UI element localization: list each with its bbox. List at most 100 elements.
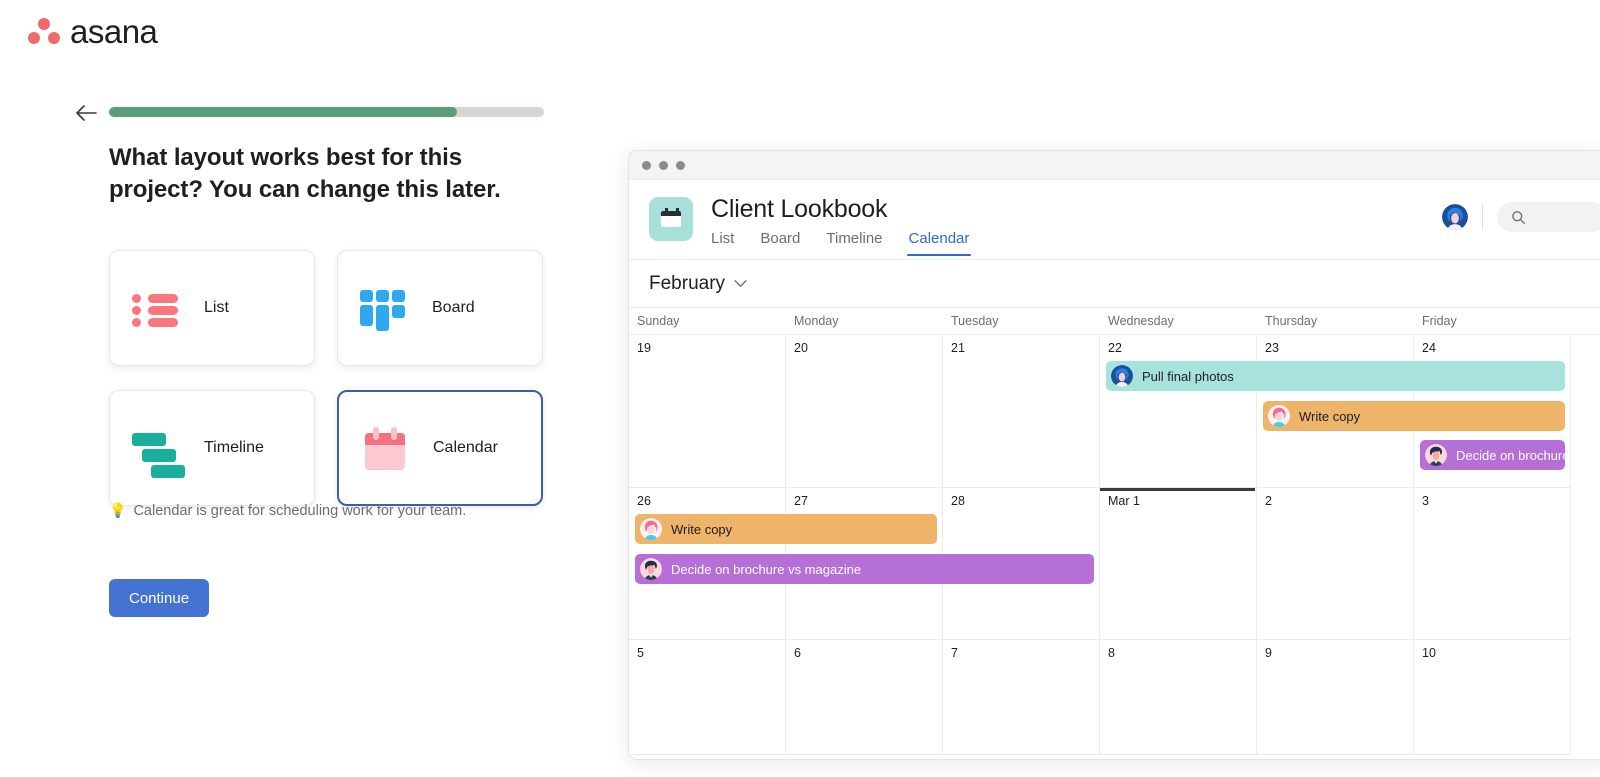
calendar-day-number: 2 [1265,494,1272,508]
calendar-grid: Sunday Monday Tuesday Wednesday Thursday Frid… [629,308,1600,755]
timeline-view-icon [132,424,185,478]
calendar-day-number: 9 [1265,646,1272,660]
user-avatar[interactable] [1442,204,1468,230]
calendar-day-number: 8 [1108,646,1115,660]
layout-option-label: Timeline [204,439,264,456]
tab-calendar[interactable]: Calendar [906,230,972,256]
calendar-day-number: 23 [1265,341,1279,355]
progress-bar-fill [109,107,457,117]
onboarding-page: asana What layout works best for this pr… [0,0,1600,777]
calendar-day-cell[interactable]: 22 [1100,335,1257,488]
calendar-day-number: 21 [951,341,965,355]
close-dot-icon[interactable] [642,160,651,170]
calendar-view-icon [361,424,411,472]
calendar-day-cell[interactable]: 21 [943,335,1100,488]
project-header: Client Lookbook List Board Timeline Cale… [629,180,1600,260]
calendar-task-bar[interactable]: Write copy [635,514,937,544]
calendar-day-header: Thursday [1265,314,1318,328]
back-arrow-icon[interactable] [74,101,98,125]
calendar-task-bar[interactable]: Write copy [1263,401,1565,431]
task-title: Decide on brochure vs magazine [1456,447,1600,463]
calendar-day-number: 28 [951,494,965,508]
search-input[interactable] [1497,202,1600,232]
calendar-day-number: Mar 1 [1108,494,1140,508]
calendar-day-number: 20 [794,341,808,355]
progress-bar [109,107,544,117]
task-title: Pull final photos [1142,368,1234,384]
calendar-day-number: 19 [637,341,651,355]
layout-option-grid: List Board Timeline Calendar [109,250,545,506]
calendar-day-cell[interactable]: 10 [1414,640,1571,755]
layout-option-board[interactable]: Board [337,250,543,366]
calendar-day-number: 7 [951,646,958,660]
task-assignee-avatar [640,558,662,580]
calendar-day-cell[interactable]: Mar 1 [1100,488,1257,640]
calendar-day-cell[interactable]: 6 [786,640,943,755]
calendar-day-number: 24 [1422,341,1436,355]
project-title: Client Lookbook [711,195,888,223]
calendar-week-row: 19 20 21 22 23 24 Pull final photos Write copy D… [629,335,1600,488]
continue-button[interactable]: Continue [109,579,210,617]
hint-text-row: 💡 Calendar is great for scheduling work … [109,502,466,519]
calendar-day-number: 26 [637,494,651,508]
layout-option-list[interactable]: List [109,250,315,366]
calendar-day-header: Wednesday [1108,314,1174,328]
onboarding-left-pane: What layout works best for this project?… [0,0,620,777]
lightbulb-icon: 💡 [109,502,127,518]
month-selector[interactable]: February [629,260,1600,308]
calendar-day-cell[interactable]: 9 [1257,640,1414,755]
month-label: February [649,272,726,294]
calendar-day-cell[interactable]: 20 [786,335,943,488]
calendar-week-row: 26 27 28 Mar 1 2 3 Write copy Decide on brochur… [629,488,1600,640]
hint-text: Calendar is great for scheduling work fo… [133,502,467,519]
layout-option-label: Board [432,299,475,316]
calendar-task-bar[interactable]: Decide on brochure vs magazine [635,554,1094,584]
calendar-day-header: Tuesday [951,314,999,328]
layout-option-timeline[interactable]: Timeline [109,390,315,506]
page-title: What layout works best for this project?… [109,144,501,203]
list-view-icon [132,284,182,332]
calendar-day-header: Friday [1422,314,1457,328]
calendar-task-bar[interactable]: Decide on brochure vs magazine [1420,440,1600,470]
tab-timeline[interactable]: Timeline [826,230,882,256]
calendar-day-cell[interactable]: 3 [1414,488,1571,640]
tab-list[interactable]: List [711,230,734,256]
layout-option-label: List [204,299,229,316]
layout-option-label: Calendar [433,439,498,456]
calendar-project-icon [649,197,693,241]
tab-board[interactable]: Board [760,230,800,256]
calendar-day-cell[interactable]: 7 [943,640,1100,755]
today-marker [1100,488,1255,491]
window-titlebar [629,151,1600,180]
calendar-day-number: 5 [637,646,644,660]
calendar-day-number: 10 [1422,646,1436,660]
maximize-dot-icon[interactable] [676,160,685,170]
calendar-day-header: Monday [794,314,839,328]
search-icon [1512,210,1525,224]
minimize-dot-icon[interactable] [659,160,668,170]
calendar-weeks: 19 20 21 22 23 24 Pull final photos Write copy D… [629,335,1600,755]
calendar-day-headers: Sunday Monday Tuesday Wednesday Thursday Frid… [629,308,1600,335]
task-title: Decide on brochure vs magazine [671,561,862,577]
app-preview-window: Client Lookbook List Board Timeline Cale… [628,150,1600,760]
calendar-day-cell[interactable]: 8 [1100,640,1257,755]
task-title: Write copy [1299,408,1361,424]
calendar-day-cell[interactable]: 2 [1257,488,1414,640]
header-right-controls [1442,202,1600,232]
calendar-week-row: 5 6 7 8 9 10 [629,640,1600,755]
task-assignee-avatar [1111,365,1133,387]
layout-option-calendar[interactable]: Calendar [337,390,543,506]
task-assignee-avatar [1425,444,1447,466]
chevron-down-icon [734,279,747,287]
task-title: Write copy [671,521,733,537]
calendar-day-number: 6 [794,646,801,660]
task-assignee-avatar [640,518,662,540]
calendar-task-bar[interactable]: Pull final photos [1106,361,1565,391]
calendar-day-number: 3 [1422,494,1429,508]
board-view-icon [360,284,410,332]
header-divider [1482,204,1483,230]
calendar-day-cell[interactable]: 19 [629,335,786,488]
calendar-day-cell[interactable]: 5 [629,640,786,755]
view-tabs: List Board Timeline Calendar [711,230,972,256]
calendar-day-number: 22 [1108,341,1122,355]
